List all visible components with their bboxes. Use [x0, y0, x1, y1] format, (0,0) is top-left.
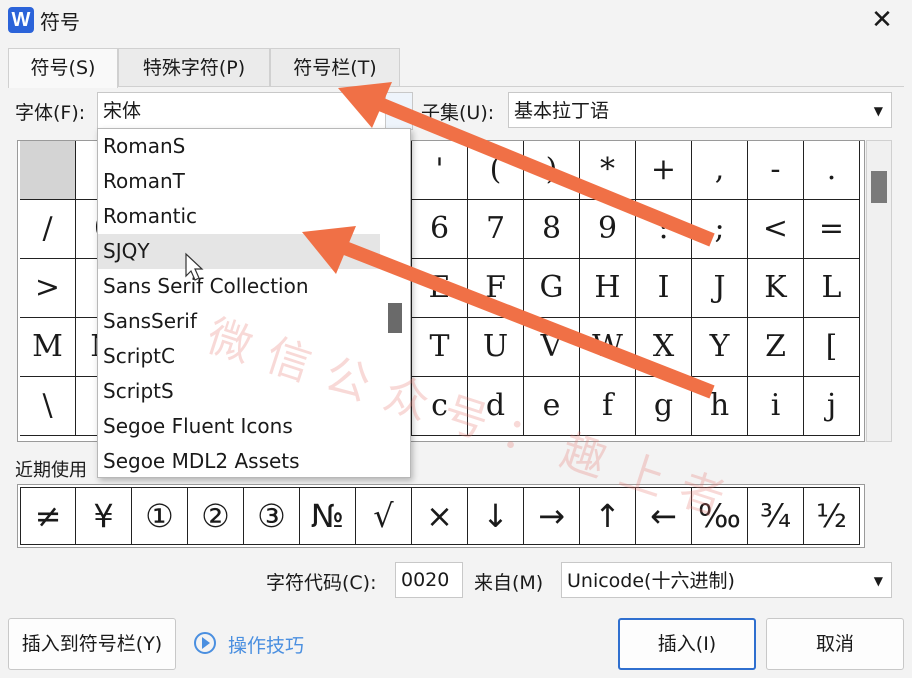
recent-symbol-cell[interactable]: → — [524, 487, 580, 545]
recent-symbol-cell[interactable]: ¥ — [76, 487, 132, 545]
symbol-cell[interactable]: F — [468, 259, 524, 318]
symbol-cell[interactable] — [20, 141, 76, 200]
symbol-cell[interactable]: I — [636, 259, 692, 318]
font-option[interactable]: Romantic — [98, 199, 380, 234]
symbol-cell[interactable]: > — [20, 259, 76, 318]
font-option[interactable]: Segoe Fluent Icons — [98, 409, 380, 444]
font-combobox[interactable]: 宋体 ⌄ — [97, 92, 413, 130]
symbol-cell[interactable]: : — [636, 200, 692, 259]
recent-symbol-cell[interactable]: √ — [356, 487, 412, 545]
font-dropdown-list[interactable]: RomanS RomanT Romantic SJQY Sans Serif Colle… — [97, 128, 411, 478]
symbol-cell[interactable]: M — [20, 318, 76, 377]
symbol-cell[interactable]: h — [692, 377, 748, 436]
caret-down-icon: ▼ — [873, 104, 883, 118]
recent-symbol-cell[interactable]: ② — [188, 487, 244, 545]
char-code-label: 字符代码(C): — [266, 572, 377, 594]
font-option[interactable]: RomanS — [98, 129, 380, 164]
symbol-cell[interactable]: 8 — [524, 200, 580, 259]
recent-symbol-cell[interactable]: ≠ — [20, 487, 76, 545]
symbol-cell[interactable]: j — [804, 377, 860, 436]
window-title: 符号 — [40, 10, 80, 34]
symbol-cell[interactable]: g — [636, 377, 692, 436]
subset-combobox[interactable]: 基本拉丁语 ▼ — [508, 92, 892, 128]
cancel-button[interactable]: 取消 — [766, 618, 904, 670]
title-bar — [0, 0, 912, 40]
symbol-cell[interactable]: / — [20, 200, 76, 259]
symbol-cell[interactable]: . — [804, 141, 860, 200]
recent-symbol-cell[interactable]: ½ — [804, 487, 860, 545]
symbol-cell[interactable]: ; — [692, 200, 748, 259]
symbol-cell[interactable]: 9 — [580, 200, 636, 259]
close-button[interactable]: ✕ — [866, 4, 898, 36]
symbol-cell[interactable]: X — [636, 318, 692, 377]
wps-app-icon: W — [8, 7, 34, 33]
recent-symbol-cell[interactable]: × — [412, 487, 468, 545]
recent-symbol-cell[interactable]: ↓ — [468, 487, 524, 545]
symbol-cell[interactable]: + — [636, 141, 692, 200]
symbol-grid-scrollbar[interactable] — [866, 140, 892, 442]
subset-value: 基本拉丁语 — [514, 100, 610, 122]
tab-symbol[interactable]: 符号(S) — [8, 48, 118, 88]
symbol-cell[interactable]: J — [692, 259, 748, 318]
recent-label: 近期使用 — [15, 460, 87, 481]
recent-symbol-cell[interactable]: ① — [132, 487, 188, 545]
from-value: Unicode(十六进制) — [567, 570, 735, 592]
symbol-cell[interactable]: 7 — [468, 200, 524, 259]
recent-symbol-cell[interactable]: ¾ — [748, 487, 804, 545]
symbol-cell[interactable]: = — [804, 200, 860, 259]
symbol-cell[interactable]: ( — [468, 141, 524, 200]
recent-symbol-cell[interactable]: № — [300, 487, 356, 545]
symbol-cell[interactable]: Y — [692, 318, 748, 377]
scrollbar-thumb[interactable] — [871, 171, 887, 203]
from-combobox[interactable]: Unicode(十六进制) ▼ — [561, 562, 892, 598]
scrollbar-thumb[interactable] — [388, 303, 402, 333]
symbol-cell[interactable]: [ — [804, 318, 860, 377]
play-circle-icon[interactable] — [194, 632, 216, 654]
from-label: 来自(M) — [474, 572, 544, 594]
symbol-cell[interactable]: * — [580, 141, 636, 200]
symbol-cell[interactable]: U — [468, 318, 524, 377]
symbol-cell[interactable]: ' — [412, 141, 468, 200]
tips-link[interactable]: 操作技巧 — [228, 631, 304, 658]
symbol-cell[interactable]: , — [692, 141, 748, 200]
symbol-cell[interactable]: L — [804, 259, 860, 318]
symbol-cell[interactable]: G — [524, 259, 580, 318]
font-label: 字体(F): — [15, 102, 86, 124]
symbol-cell[interactable]: Z — [748, 318, 804, 377]
insert-to-symbol-bar-button[interactable]: 插入到符号栏(Y) — [8, 618, 176, 670]
font-option[interactable]: RomanT — [98, 164, 380, 199]
symbol-cell[interactable]: \ — [20, 377, 76, 436]
symbol-cell[interactable]: V — [524, 318, 580, 377]
tab-symbol-bar[interactable]: 符号栏(T) — [270, 48, 400, 86]
subset-label: 子集(U): — [421, 102, 495, 124]
symbol-cell[interactable]: ) — [524, 141, 580, 200]
symbol-cell[interactable]: H — [580, 259, 636, 318]
font-option[interactable]: Segoe MDL2 Assets — [98, 444, 380, 477]
font-value: 宋体 — [103, 100, 142, 122]
symbol-cell[interactable]: i — [748, 377, 804, 436]
caret-down-icon: ▼ — [873, 574, 883, 588]
char-code-input[interactable]: 0020 — [395, 562, 463, 598]
chevron-down-icon[interactable]: ⌄ — [385, 93, 412, 129]
symbol-cell[interactable]: < — [748, 200, 804, 259]
font-option[interactable]: SJQY — [98, 234, 380, 269]
symbol-cell[interactable]: W — [580, 318, 636, 377]
symbol-cell[interactable]: - — [748, 141, 804, 200]
recent-symbol-cell[interactable]: ③ — [244, 487, 300, 545]
symbol-cell[interactable]: E — [412, 259, 468, 318]
font-option[interactable]: Sans Serif Collection — [98, 269, 380, 304]
symbol-cell[interactable]: K — [748, 259, 804, 318]
tab-special-characters[interactable]: 特殊字符(P) — [118, 48, 270, 86]
symbol-cell[interactable]: 6 — [412, 200, 468, 259]
insert-button[interactable]: 插入(I) — [618, 618, 756, 670]
